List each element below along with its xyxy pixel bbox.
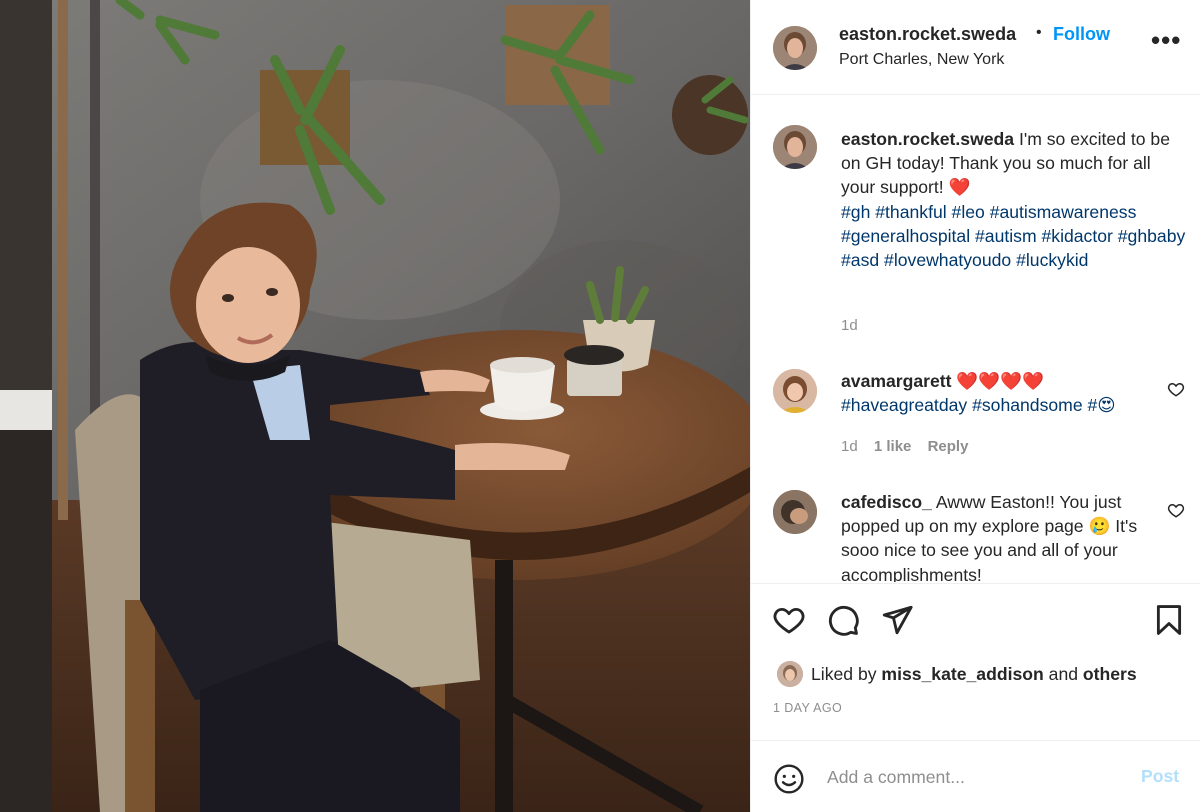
comment-item: avamargarett ❤️❤️❤️❤️ #haveagreatday #so… [841,369,1151,417]
comments-section[interactable]: easton.rocket.sweda I'm so excited to be… [751,96,1200,582]
commenter-avatar-image [773,369,817,413]
comment-meta: 1d 1 like Reply [841,438,980,455]
comment-heart-icon[interactable] [1167,501,1185,519]
author-username[interactable]: easton.rocket.sweda [839,24,1016,45]
comment-time[interactable]: 1d [841,438,858,455]
caption-author-avatar[interactable] [773,125,817,169]
follow-button[interactable]: Follow [1053,24,1110,45]
post-timestamp[interactable]: 1 DAY AGO [773,701,842,715]
liker-avatar-image [777,661,803,687]
comment-icon[interactable] [826,603,860,637]
post-image [0,0,750,812]
post-panel: easton.rocket.sweda • Follow Port Charle… [750,0,1200,812]
comment-text[interactable]: #haveagreatday #sohandsome #😍 [841,395,1116,415]
send-icon[interactable] [880,603,914,637]
liked-by-others[interactable]: others [1083,664,1137,684]
post-caption: easton.rocket.sweda I'm so excited to be… [841,127,1189,272]
commenter-avatar[interactable] [773,490,817,534]
commenter-avatar[interactable] [773,369,817,413]
caption-hashtags[interactable]: #gh #thankful #leo #autismawareness #gen… [841,202,1185,270]
caption-avatar-image [773,125,817,169]
liked-by-summary: Liked by miss_kate_addison and others [811,664,1137,685]
reply-button[interactable]: Reply [928,438,969,455]
bookmark-icon[interactable] [1152,603,1186,637]
commenter-avatar-image [773,490,817,534]
caption-username[interactable]: easton.rocket.sweda [841,129,1014,149]
caption-heart-emoji: ❤️ [948,177,971,198]
liker-avatar[interactable] [777,661,803,687]
heart-icon[interactable] [772,603,806,637]
smiley-icon[interactable] [773,763,805,795]
comment-heart-icon[interactable] [1167,380,1185,398]
caption-timestamp[interactable]: 1d [841,317,858,334]
comment-item: cafedisco_ Awww Easton!! You just popped… [841,490,1151,582]
comment-username[interactable]: avamargarett [841,371,952,391]
add-comment-bar: Post [751,740,1200,812]
post-comment-button[interactable]: Post [1141,766,1179,787]
header-separator: • [1036,24,1042,41]
comment-username[interactable]: cafedisco_ [841,492,932,512]
comment-likes[interactable]: 1 like [874,438,912,455]
comment-hearts-emoji: ❤️❤️❤️❤️ [956,371,1045,391]
liked-by-prefix: Liked by [811,664,877,684]
liked-by-and: and [1048,664,1079,684]
post-photo[interactable] [0,0,750,812]
author-avatar[interactable] [773,26,817,70]
author-avatar-image [773,26,817,70]
post-header: easton.rocket.sweda • Follow Port Charle… [751,0,1200,95]
more-icon[interactable]: ••• [1151,27,1180,60]
post-location[interactable]: Port Charles, New York [839,51,1004,69]
post-actions: Liked by miss_kate_addison and others 1 … [751,583,1200,740]
liked-by-user[interactable]: miss_kate_addison [881,664,1043,684]
comment-input[interactable] [827,761,1127,793]
